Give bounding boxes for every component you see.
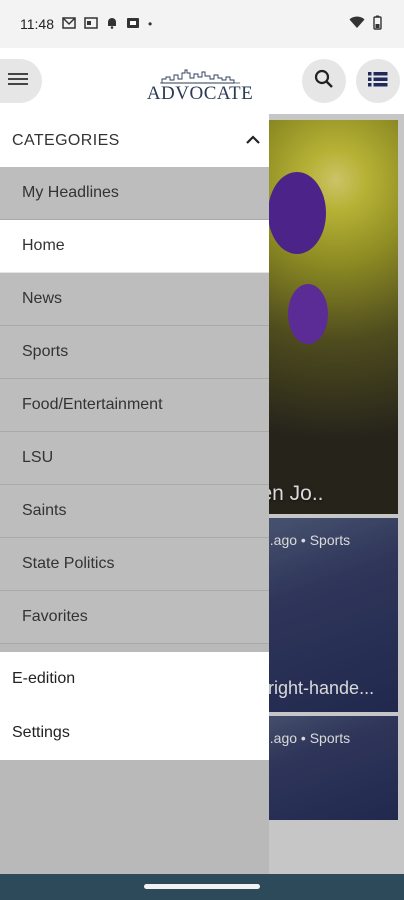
dot-icon: • bbox=[148, 17, 153, 31]
category-list: My Headlines Home News Sports Food/Enter… bbox=[0, 167, 269, 644]
bell-icon bbox=[106, 16, 118, 32]
category-item-state-politics[interactable]: State Politics bbox=[0, 538, 269, 591]
category-item-food-entertainment[interactable]: Food/Entertainment bbox=[0, 379, 269, 432]
category-item-home[interactable]: Home bbox=[0, 220, 269, 273]
category-item-lsu[interactable]: LSU bbox=[0, 432, 269, 485]
status-time: 11:48 bbox=[20, 16, 54, 32]
settings-item[interactable]: Settings bbox=[0, 706, 269, 760]
drawer-footer: E-edition Settings bbox=[0, 652, 269, 760]
category-item-label: LSU bbox=[22, 449, 54, 466]
chevron-up-icon bbox=[245, 132, 261, 150]
e-edition-label: E-edition bbox=[12, 670, 76, 687]
e-edition-item[interactable]: E-edition bbox=[0, 652, 269, 706]
search-icon bbox=[314, 69, 334, 94]
status-bar: 11:48 • bbox=[0, 0, 404, 48]
status-left: 11:48 • bbox=[20, 16, 152, 32]
category-item-label: My Headlines bbox=[22, 184, 119, 201]
app-header: ADVOCATE bbox=[0, 48, 404, 114]
category-item-label: Food/Entertainment bbox=[22, 396, 163, 413]
skyline-icon bbox=[160, 69, 240, 84]
system-nav-bar bbox=[0, 874, 404, 900]
menu-button[interactable] bbox=[0, 59, 42, 103]
categories-header[interactable]: CATEGORIES bbox=[0, 114, 269, 167]
navigation-drawer: CATEGORIES My Headlines Home News Sports… bbox=[0, 114, 269, 874]
category-item-label: Saints bbox=[22, 502, 67, 519]
category-item-sports[interactable]: Sports bbox=[0, 326, 269, 379]
battery-icon bbox=[373, 15, 382, 33]
category-item-saints[interactable]: Saints bbox=[0, 485, 269, 538]
gmail-icon bbox=[62, 16, 76, 32]
category-item-label: Sports bbox=[22, 343, 69, 360]
category-item-label: News bbox=[22, 290, 63, 307]
advocate-logo[interactable]: ADVOCATE bbox=[147, 64, 253, 104]
wifi-icon bbox=[349, 16, 365, 32]
category-item-label: Home bbox=[22, 237, 65, 254]
home-gesture-pill[interactable] bbox=[144, 884, 260, 889]
categories-label: CATEGORIES bbox=[12, 131, 120, 149]
category-item-my-headlines[interactable]: My Headlines bbox=[0, 167, 269, 220]
logo-text: ADVOCATE bbox=[146, 83, 254, 104]
hamburger-icon bbox=[8, 71, 28, 92]
category-item-news[interactable]: News bbox=[0, 273, 269, 326]
cast-icon bbox=[126, 17, 140, 32]
status-right bbox=[349, 15, 382, 33]
category-item-favorites[interactable]: Favorites bbox=[0, 591, 269, 644]
settings-label: Settings bbox=[12, 724, 70, 741]
list-icon bbox=[368, 71, 388, 92]
category-item-label: State Politics bbox=[22, 555, 115, 572]
search-button[interactable] bbox=[302, 59, 346, 103]
list-view-button[interactable] bbox=[356, 59, 400, 103]
news-icon bbox=[84, 16, 98, 32]
category-item-label: Favorites bbox=[22, 608, 88, 625]
